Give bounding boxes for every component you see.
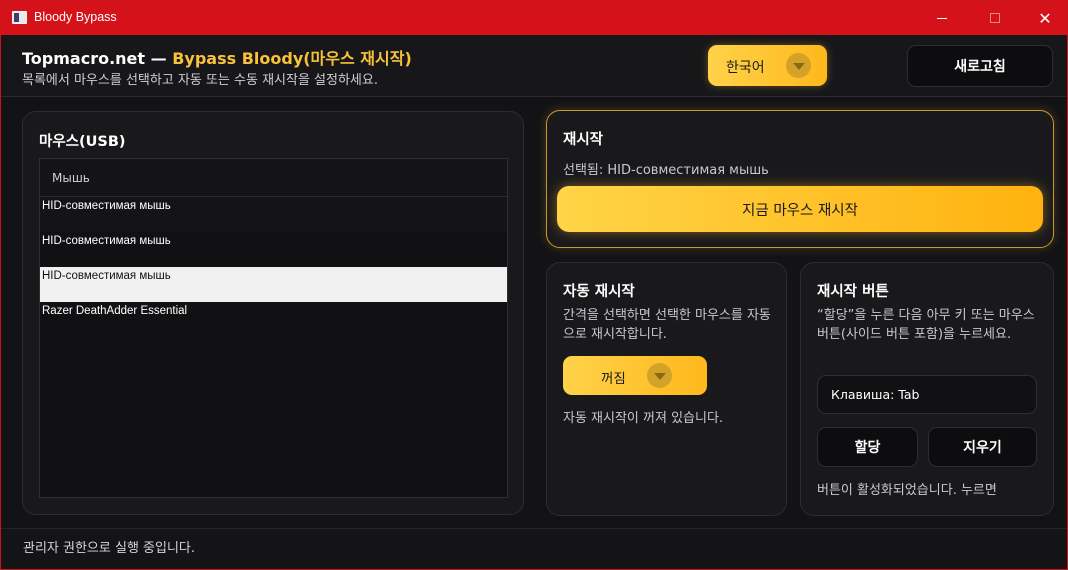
mouse-panel: 마우스(USB) Мышь HID-совместимая мышь HID-с… [22, 111, 524, 515]
restart-button-description: “할당”을 누른 다음 아무 키 또는 마우스 버튼(사이드 버튼 포함)을 누… [817, 308, 1035, 342]
restart-button-title: 재시작 버튼 [817, 284, 889, 300]
chevron-down-icon [647, 363, 672, 388]
language-select[interactable]: 한국어 [708, 45, 827, 86]
selected-device-text: 선택됨: HID-совместимая мышь [563, 163, 769, 178]
auto-restart-description: 간격을 선택하면 선택한 마우스를 자동으로 재시작합니다. [563, 308, 771, 342]
brand-separator: — [150, 49, 167, 68]
list-item[interactable]: Razer DeathAdder Essential [40, 302, 507, 337]
restart-panel-title: 재시작 [563, 132, 604, 148]
app-header: Topmacro.net — Bypass Bloody(마우스 재시작) 목록… [1, 35, 1067, 97]
restart-button-status: 버튼이 활성화되었습니다. 누르면 [817, 483, 997, 498]
assigned-key-field[interactable]: Клавиша: Tab [817, 375, 1037, 414]
close-button[interactable]: ✕ [1022, 1, 1067, 35]
chevron-down-icon [786, 53, 811, 78]
header-subtitle: 목록에서 마우스를 선택하고 자동 또는 수동 재시작을 설정하세요. [22, 73, 378, 88]
mouse-list[interactable]: Мышь HID-совместимая мышь HID-совместима… [39, 158, 508, 498]
brand-name: Topmacro.net [22, 49, 146, 68]
mouse-panel-title: 마우스(USB) [39, 134, 126, 150]
clear-button[interactable]: 지우기 [928, 427, 1037, 467]
language-value: 한국어 [726, 60, 765, 76]
restart-panel: 재시작 선택됨: HID-совместимая мышь 지금 마우스 재시작 [546, 110, 1054, 248]
interval-value: 꺼짐 [601, 371, 626, 387]
auto-restart-interval-select[interactable]: 꺼짐 [563, 356, 707, 395]
app-window: Bloody Bypass ✕ Topmacro.net — Bypass Bl… [0, 0, 1068, 570]
brand-title: Topmacro.net — Bypass Bloody(마우스 재시작) [22, 45, 412, 69]
maximize-button[interactable] [972, 1, 1018, 35]
product-name: Bypass Bloody(마우스 재시작) [172, 49, 412, 68]
restart-button-panel: 재시작 버튼 “할당”을 누른 다음 아무 키 또는 마우스 버튼(사이드 버튼… [800, 262, 1054, 516]
window-title: Bloody Bypass [34, 10, 117, 24]
restart-now-button[interactable]: 지금 마우스 재시작 [557, 186, 1043, 232]
list-item[interactable]: HID-совместимая мышь [40, 232, 507, 267]
refresh-button[interactable]: 새로고침 [907, 45, 1053, 87]
maximize-icon [990, 13, 1000, 23]
app-icon [12, 11, 27, 24]
minimize-button[interactable] [919, 1, 965, 35]
title-bar[interactable]: Bloody Bypass ✕ [1, 1, 1067, 35]
status-bar: 관리자 권한으로 실행 중입니다. [1, 528, 1067, 569]
auto-restart-status: 자동 재시작이 꺼져 있습니다. [563, 411, 724, 426]
minimize-icon [937, 17, 947, 19]
auto-restart-panel: 자동 재시작 간격을 선택하면 선택한 마우스를 자동으로 재시작합니다. 꺼짐… [546, 262, 787, 516]
status-text: 관리자 권한으로 실행 중입니다. [23, 541, 196, 556]
close-icon: ✕ [1038, 8, 1052, 28]
auto-restart-title: 자동 재시작 [563, 284, 635, 300]
list-column-header[interactable]: Мышь [40, 159, 507, 197]
assign-button[interactable]: 할당 [817, 427, 918, 467]
list-item-selected[interactable]: HID-совместимая мышь [40, 267, 507, 302]
list-item[interactable]: HID-совместимая мышь [40, 197, 507, 232]
